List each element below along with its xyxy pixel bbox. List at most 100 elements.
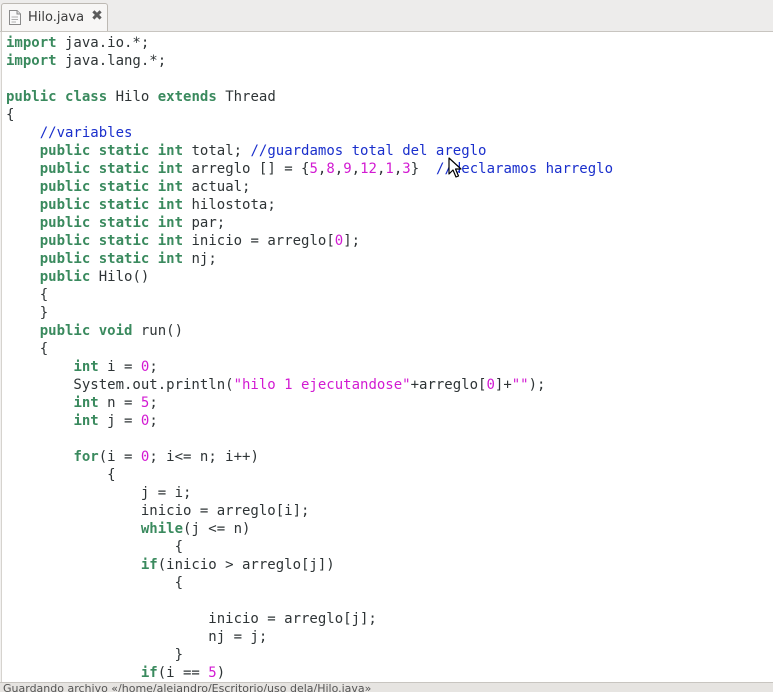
- close-icon[interactable]: ✖: [89, 7, 105, 25]
- code-token: 9: [343, 161, 352, 177]
- java-file-icon: [9, 10, 21, 25]
- code-line: {: [6, 574, 613, 592]
- tab-title: Hilo.java: [28, 10, 85, 25]
- code-line: System.out.println("hilo 1 ejecutandose"…: [6, 376, 613, 394]
- code-token: class: [65, 89, 108, 105]
- code-token: );: [528, 377, 546, 393]
- code-token: public: [39, 251, 91, 267]
- code-line: {: [6, 340, 613, 358]
- code-token: actual;: [183, 179, 251, 195]
- code-token: static: [98, 251, 150, 267]
- code-token: Thread: [216, 89, 276, 105]
- code-token: //variables: [39, 125, 133, 141]
- code-token: 0: [486, 377, 495, 393]
- code-token: (i ==: [157, 665, 209, 681]
- code-token: ): [216, 665, 226, 681]
- code-line: import java.io.*;: [6, 34, 613, 52]
- code-token: public: [39, 323, 91, 339]
- code-token: }: [6, 305, 49, 321]
- code-token: System.out.println(: [6, 377, 234, 393]
- code-token: inicio = arreglo[i];: [6, 503, 310, 519]
- code-token: public: [39, 197, 91, 213]
- code-token: par;: [183, 215, 226, 231]
- code-line: int j = 0;: [6, 412, 613, 430]
- code-line: int n = 5;: [6, 394, 613, 412]
- code-token: inicio = arreglo[: [183, 233, 335, 249]
- code-token: public: [6, 89, 57, 105]
- code-token: ;: [149, 413, 158, 429]
- code-token: java.io.*;: [56, 35, 150, 51]
- code-token: import: [6, 35, 57, 51]
- code-token: static: [98, 215, 150, 231]
- code-line: inicio = arreglo[i];: [6, 502, 613, 520]
- code-line: inicio = arreglo[j];: [6, 610, 613, 628]
- code-token: {: [6, 575, 184, 591]
- code-token: void: [98, 323, 133, 339]
- code-token: static: [98, 143, 150, 159]
- code-token: (j <= n): [183, 521, 251, 537]
- code-token: hilostota;: [183, 197, 276, 213]
- code-token: extends: [157, 89, 217, 105]
- code-line: public static int nj;: [6, 250, 613, 268]
- code-token: import: [6, 53, 57, 69]
- code-token: {: [6, 107, 15, 123]
- code-token: Hilo(): [90, 269, 150, 285]
- code-token: ]+: [494, 377, 512, 393]
- code-line: public Hilo(): [6, 268, 613, 286]
- code-token: "": [511, 377, 529, 393]
- code-token: public: [39, 143, 91, 159]
- code-line: public static int hilostota;: [6, 196, 613, 214]
- tab-hilo-java[interactable]: Hilo.java ✖: [1, 3, 108, 31]
- code-line: //variables: [6, 124, 613, 142]
- code-token: int: [157, 251, 184, 267]
- code-line: }: [6, 646, 613, 664]
- code-token: 0: [334, 233, 344, 249]
- code-token: int: [73, 413, 99, 429]
- code-token: Hilo: [107, 89, 158, 105]
- code-line: j = i;: [6, 484, 613, 502]
- code-token: j = i;: [6, 485, 192, 501]
- code-token: while: [140, 521, 184, 537]
- code-token: if: [140, 557, 158, 573]
- code-token: 3: [402, 161, 411, 177]
- code-line: {: [6, 286, 613, 304]
- code-token: for: [73, 449, 99, 465]
- code-editor[interactable]: import java.io.*; import java.lang.*; publ…: [1, 32, 773, 682]
- code-line: public void run(): [6, 322, 613, 340]
- code-line: public class Hilo extends Thread: [6, 88, 613, 106]
- code-token: public: [39, 233, 91, 249]
- code-token: public: [39, 179, 91, 195]
- code-token: public: [39, 161, 91, 177]
- code-token: {: [6, 341, 49, 357]
- code-token: }: [6, 647, 184, 663]
- code-token: //guardamos total del areglo: [250, 143, 487, 159]
- code-token: //declaramos harreglo: [436, 161, 614, 177]
- code-token: int: [157, 143, 184, 159]
- code-token: if: [140, 665, 158, 681]
- code-token: arreglo [] = {: [183, 161, 310, 177]
- code-line: }: [6, 304, 613, 322]
